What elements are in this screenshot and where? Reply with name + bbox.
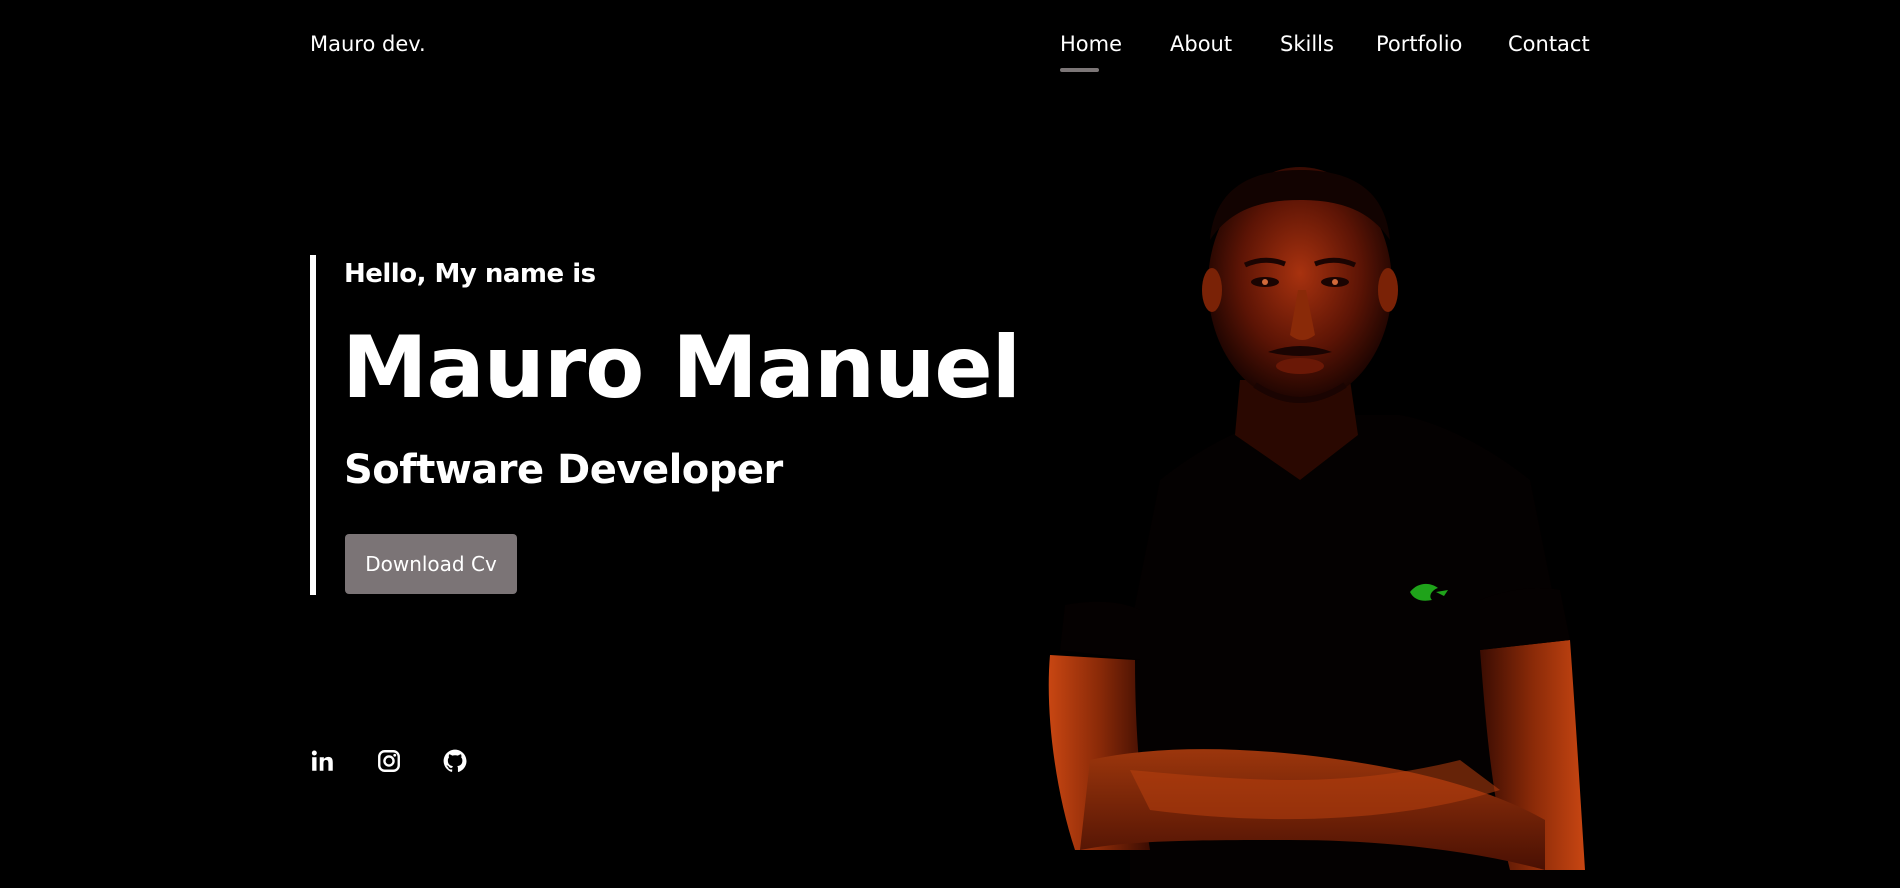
hero-accent-bar: [310, 255, 316, 595]
nav-about[interactable]: About: [1170, 32, 1232, 56]
profile-portrait: [1040, 150, 1600, 888]
nav-contact[interactable]: Contact: [1508, 32, 1590, 56]
hero-role: Software Developer: [344, 447, 783, 493]
github-icon[interactable]: [442, 748, 468, 774]
nav-skills[interactable]: Skills: [1280, 32, 1334, 56]
download-cv-button[interactable]: Download Cv: [345, 534, 517, 594]
site-logo[interactable]: Mauro dev.: [310, 32, 426, 56]
hero-name: Mauro Manuel: [342, 318, 1021, 418]
linkedin-icon[interactable]: [310, 748, 336, 774]
nav-home[interactable]: Home: [1060, 32, 1122, 56]
instagram-icon[interactable]: [376, 748, 402, 774]
nav-portfolio[interactable]: Portfolio: [1376, 32, 1462, 56]
active-nav-indicator: [1060, 68, 1099, 72]
hero-greeting: Hello, My name is: [344, 259, 596, 289]
